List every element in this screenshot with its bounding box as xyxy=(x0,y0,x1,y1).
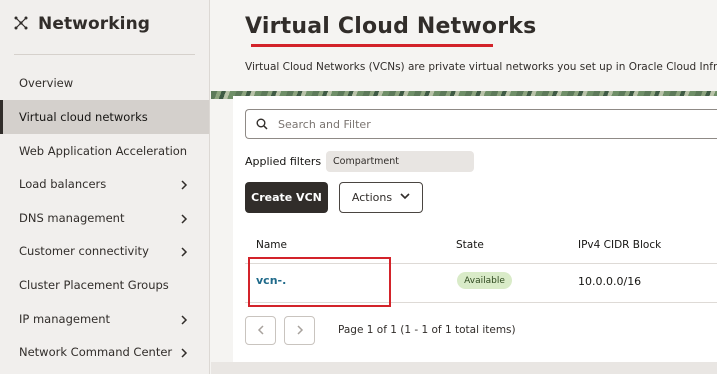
chevron-right-icon xyxy=(296,323,304,338)
column-header-ipv4-cidr[interactable]: IPv4 CIDR Block xyxy=(578,239,661,251)
sidebar-item-load-balancers[interactable]: Load balancers xyxy=(0,167,209,201)
sidebar-item-label: Network Command Center xyxy=(19,345,173,359)
status-badge: Available xyxy=(457,272,512,289)
page-description: Virtual Cloud Networks (VCNs) are privat… xyxy=(245,61,717,73)
sidebar: Networking Overview Virtual cloud networ… xyxy=(0,0,210,374)
sidebar-item-overview[interactable]: Overview xyxy=(0,66,209,100)
sidebar-item-label: Overview xyxy=(19,76,74,90)
actions-button-label: Actions xyxy=(351,191,393,204)
chevron-down-icon xyxy=(400,191,410,204)
sidebar-item-label: DNS management xyxy=(19,211,125,225)
cidr-value: 10.0.0.0/16 xyxy=(578,275,642,288)
sidebar-item-label: Cluster Placement Groups xyxy=(19,278,169,292)
chevron-right-icon xyxy=(179,179,189,190)
title-annotation-underline xyxy=(251,44,373,47)
panel-footer-strip xyxy=(211,362,717,374)
sidebar-item-label: IP management xyxy=(19,312,111,326)
applied-filters-label: Applied filters xyxy=(245,155,322,168)
search-icon xyxy=(256,115,268,134)
sidebar-item-label: Customer connectivity xyxy=(19,244,149,258)
column-header-state[interactable]: State xyxy=(456,239,484,251)
sidebar-item-virtual-cloud-networks[interactable]: Virtual cloud networks xyxy=(0,100,209,134)
chevron-right-icon xyxy=(179,314,189,325)
sidebar-item-network-command-center[interactable]: Network Command Center xyxy=(0,335,209,369)
title-annotation-underline xyxy=(369,44,493,47)
previous-page-button[interactable] xyxy=(245,316,276,345)
search-input[interactable] xyxy=(278,117,658,131)
sidebar-item-web-application-acceleration[interactable]: Web Application Acceleration xyxy=(0,134,209,168)
sidebar-item-dns-management[interactable]: DNS management xyxy=(0,201,209,235)
actions-button[interactable]: Actions xyxy=(339,182,423,213)
sidebar-title: Networking xyxy=(38,14,151,34)
sidebar-item-cluster-placement-groups[interactable]: Cluster Placement Groups xyxy=(0,268,209,302)
next-page-button[interactable] xyxy=(284,316,315,345)
page-title: Virtual Cloud Networks xyxy=(245,14,537,39)
sidebar-item-ip-management[interactable]: IP management xyxy=(0,302,209,336)
chevron-right-icon xyxy=(179,347,189,358)
column-header-name[interactable]: Name xyxy=(256,239,287,251)
sidebar-header: Networking xyxy=(14,14,150,34)
sidebar-item-customer-connectivity[interactable]: Customer connectivity xyxy=(0,234,209,268)
compartment-filter-chip[interactable]: Compartment xyxy=(326,151,474,172)
pagination-summary: Page 1 of 1 (1 - 1 of 1 total items) xyxy=(338,324,516,336)
network-icon xyxy=(14,15,28,34)
chevron-right-icon xyxy=(179,246,189,257)
main-content: Virtual Cloud Networks Virtual Cloud Net… xyxy=(211,0,717,374)
sidebar-divider xyxy=(14,54,195,55)
search-bar[interactable] xyxy=(245,109,717,139)
chevron-right-icon xyxy=(179,213,189,224)
sidebar-item-label: Web Application Acceleration xyxy=(19,144,188,158)
chevron-left-icon xyxy=(257,323,265,338)
sidebar-item-label: Virtual cloud networks xyxy=(19,110,148,124)
create-vcn-button[interactable]: Create VCN xyxy=(245,182,328,213)
sidebar-item-label: Load balancers xyxy=(19,177,107,191)
annotation-highlight-box xyxy=(248,257,391,307)
